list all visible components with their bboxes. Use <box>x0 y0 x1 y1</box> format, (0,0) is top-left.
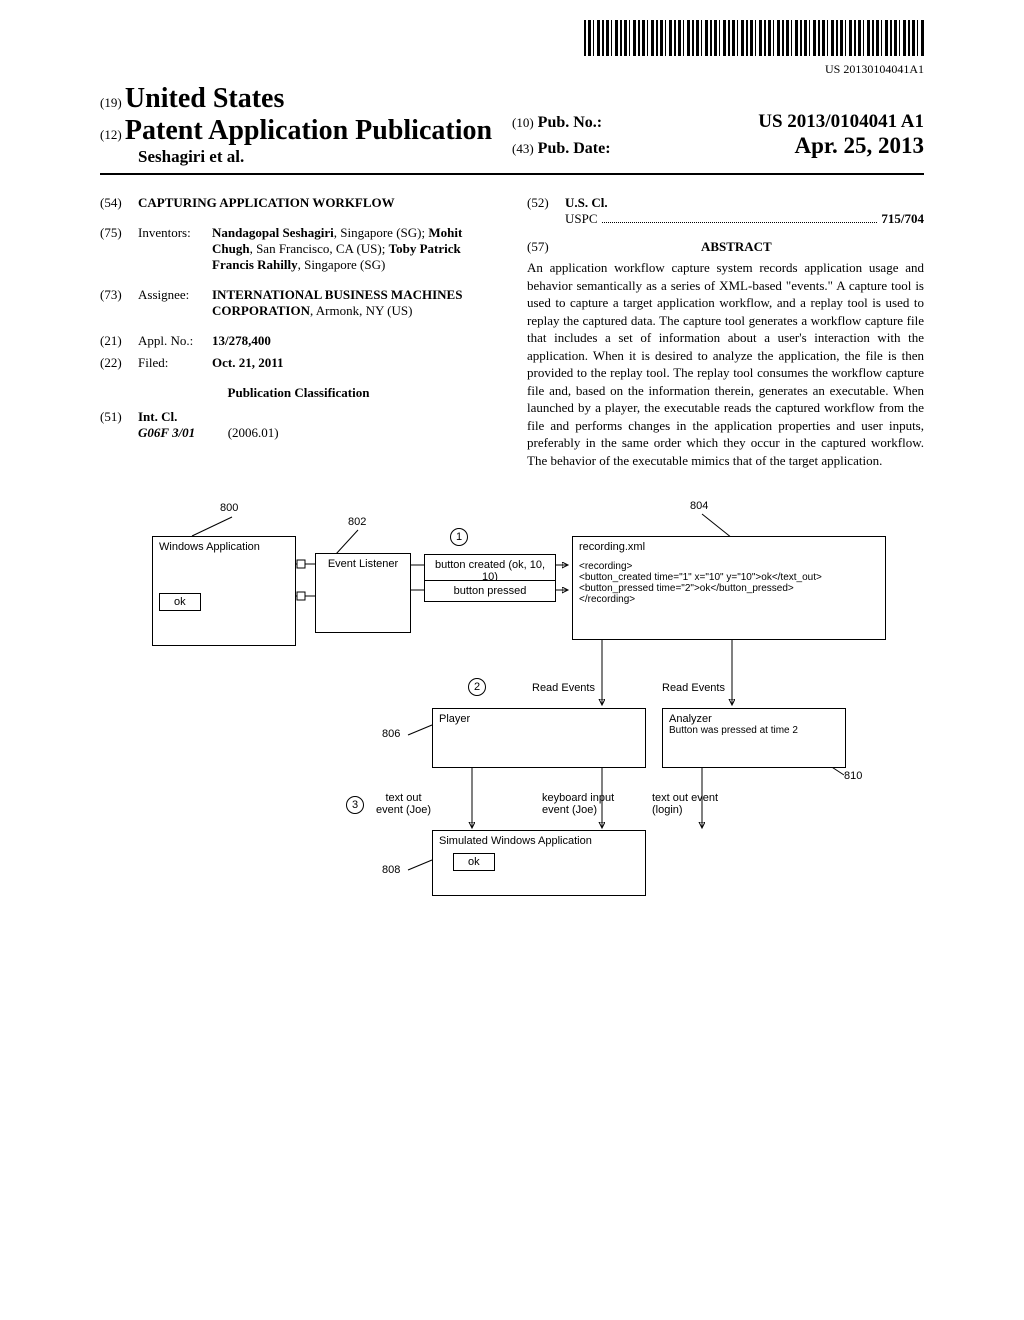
text-out-event: text out event (Joe) <box>376 792 431 816</box>
country: United States <box>125 83 284 114</box>
barcode-number: US 20130104041A1 <box>100 62 924 77</box>
ref-800: 800 <box>220 502 238 514</box>
applno-label: Appl. No.: <box>138 333 212 349</box>
read-events-1: Read Events <box>532 682 595 694</box>
field-51-num: (51) <box>100 409 138 441</box>
barcode-icon <box>584 20 924 56</box>
divider <box>100 173 924 175</box>
analyzer-text: Button was pressed at time 2 <box>669 725 839 736</box>
xml-line-2: <button_created time="1" x="10" y="10">o… <box>579 572 879 583</box>
filed: Oct. 21, 2011 <box>212 355 497 371</box>
recording-box: recording.xml <recording> <button_create… <box>572 536 886 640</box>
uscl-label: U.S. Cl. <box>565 195 924 211</box>
btn-pressed-box: button pressed <box>424 580 556 602</box>
patent-page: US 20130104041A1 (19) United States (12)… <box>0 0 1024 970</box>
code-12: (12) <box>100 127 122 142</box>
inventors-label: Inventors: <box>138 225 212 273</box>
ref-802: 802 <box>348 516 366 528</box>
analyzer-label: Analyzer <box>669 713 839 725</box>
step-3: 3 <box>346 796 364 814</box>
pub-class-heading: Publication Classification <box>100 385 497 401</box>
uspc-value: 715/704 <box>881 211 924 227</box>
body-columns: (54) CAPTURING APPLICATION WORKFLOW (75)… <box>100 189 924 470</box>
pub-date: Apr. 25, 2013 <box>795 133 925 159</box>
recording-file: recording.xml <box>579 541 879 553</box>
event-listener-box: Event Listener <box>315 553 411 633</box>
abstract-label: ABSTRACT <box>549 239 924 255</box>
pub-date-label: Pub. Date: <box>538 140 611 158</box>
field-54-num: (54) <box>100 195 138 211</box>
ref-804: 804 <box>690 500 708 512</box>
windows-app-label: Windows Application <box>159 541 289 553</box>
sim-app-box: Simulated Windows Application ok <box>432 830 646 896</box>
uspc-label: USPC <box>565 211 598 227</box>
ref-810: 810 <box>844 770 862 782</box>
step-2: 2 <box>468 678 486 696</box>
inventors: Nandagopal Seshagiri, Singapore (SG); Mo… <box>212 225 497 273</box>
pub-no: US 2013/0104041 A1 <box>758 111 924 133</box>
applno: 13/278,400 <box>212 333 497 349</box>
header: (19) United States (12) Patent Applicati… <box>100 83 924 167</box>
abstract-text: An application workflow capture system r… <box>527 259 924 470</box>
ok-button-1: ok <box>159 593 201 611</box>
ok-button-2: ok <box>453 853 495 871</box>
windows-app-box: Windows Application ok <box>152 536 296 646</box>
intcl-edition: (2006.01) <box>228 425 279 440</box>
assignee: INTERNATIONAL BUSINESS MACHINES CORPORAT… <box>212 287 497 319</box>
text-out-login: text out event (login) <box>652 792 718 816</box>
pub-type: Patent Application Publication <box>125 115 492 146</box>
assignee-label: Assignee: <box>138 287 212 319</box>
player-label: Player <box>439 713 470 725</box>
ref-808: 808 <box>382 864 400 876</box>
barcode-area: US 20130104041A1 <box>100 20 924 77</box>
player-box: Player <box>432 708 646 768</box>
intcl-label: Int. Cl. <box>138 409 497 425</box>
event-listener-label: Event Listener <box>328 558 398 570</box>
xml-line-4: </recording> <box>579 594 879 605</box>
code-43: (43) <box>512 141 534 157</box>
field-52-num: (52) <box>527 195 565 227</box>
field-21-num: (21) <box>100 333 138 349</box>
xml-line-3: <button_pressed time="2">ok</button_pres… <box>579 583 879 594</box>
xml-line-1: <recording> <box>579 561 879 572</box>
intcl-code: G06F 3/01 <box>138 425 195 440</box>
code-10: (10) <box>512 115 534 131</box>
right-column: (52) U.S. Cl. USPC 715/704 (57) ABSTRACT… <box>527 189 924 470</box>
left-column: (54) CAPTURING APPLICATION WORKFLOW (75)… <box>100 189 497 470</box>
sim-app-label: Simulated Windows Application <box>439 835 639 847</box>
dotted-leader <box>602 222 878 223</box>
step-1: 1 <box>450 528 468 546</box>
authors: Seshagiri et al. <box>100 147 512 167</box>
pub-no-label: Pub. No.: <box>538 114 602 132</box>
field-75-num: (75) <box>100 225 138 273</box>
title: CAPTURING APPLICATION WORKFLOW <box>138 195 497 211</box>
ref-806: 806 <box>382 728 400 740</box>
analyzer-box: Analyzer Button was pressed at time 2 <box>662 708 846 768</box>
code-19: (19) <box>100 95 122 110</box>
read-events-2: Read Events <box>662 682 725 694</box>
figure: 800 Windows Application ok 802 Event Lis… <box>132 500 892 930</box>
field-73-num: (73) <box>100 287 138 319</box>
field-57-num: (57) <box>527 239 549 255</box>
keyboard-input-event: keyboard input event (Joe) <box>542 792 614 816</box>
filed-label: Filed: <box>138 355 212 371</box>
field-22-num: (22) <box>100 355 138 371</box>
